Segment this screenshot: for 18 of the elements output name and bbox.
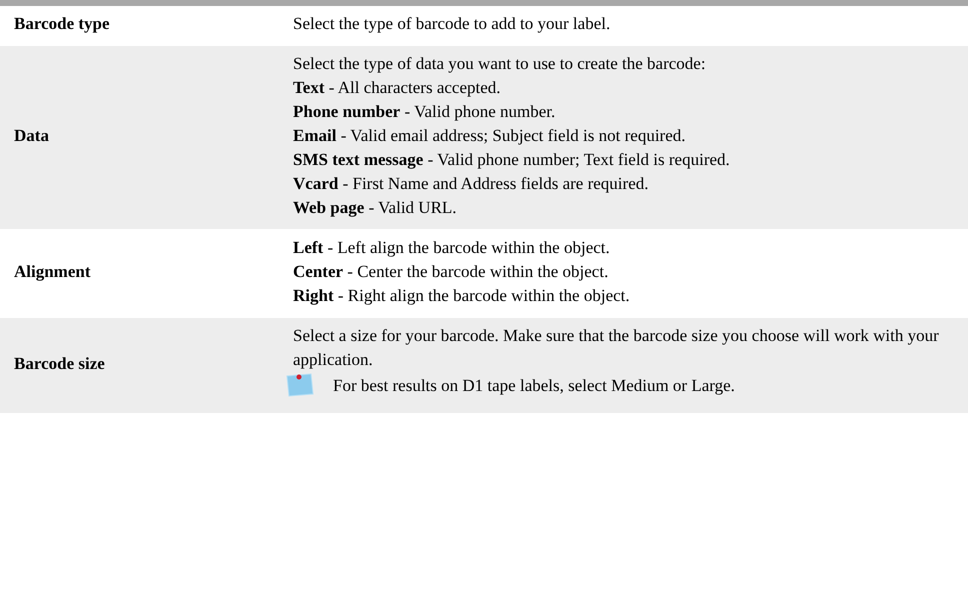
description-text: Select a size for your barcode. Make sure that the barcode size you choose will work with your application. <box>293 325 940 371</box>
row-label: Alignment <box>14 262 92 282</box>
row-label: Barcode type <box>14 14 111 34</box>
sticky-note-icon <box>285 372 315 398</box>
description-text: SMS text message - Valid phone number; Text field is required. <box>293 149 731 171</box>
description-text: Email - Valid email address; Subject field is not required. <box>293 125 687 147</box>
description-text: Web page - Valid URL. <box>293 197 458 219</box>
description-text: Phone number - Valid phone number. <box>293 101 556 123</box>
description-text: Left - Left align the barcode within the object. <box>293 237 611 259</box>
row-label: Data <box>14 126 50 146</box>
description-text: Select the type of barcode to add to your label. <box>293 13 612 35</box>
description-text: Text - All characters accepted. <box>293 77 502 99</box>
description-text: Center - Center the barcode within the object. <box>293 261 610 283</box>
description-text: Right - Right align the barcode within the object. <box>293 285 631 307</box>
row-label: Barcode size <box>14 354 106 374</box>
description-text: Vcard - First Name and Address fields are required. <box>293 173 650 195</box>
description-text: Select the type of data you want to use to create the barcode: <box>293 53 707 75</box>
note-text: For best results on D1 tape labels, select Medium or Large. <box>333 375 735 397</box>
